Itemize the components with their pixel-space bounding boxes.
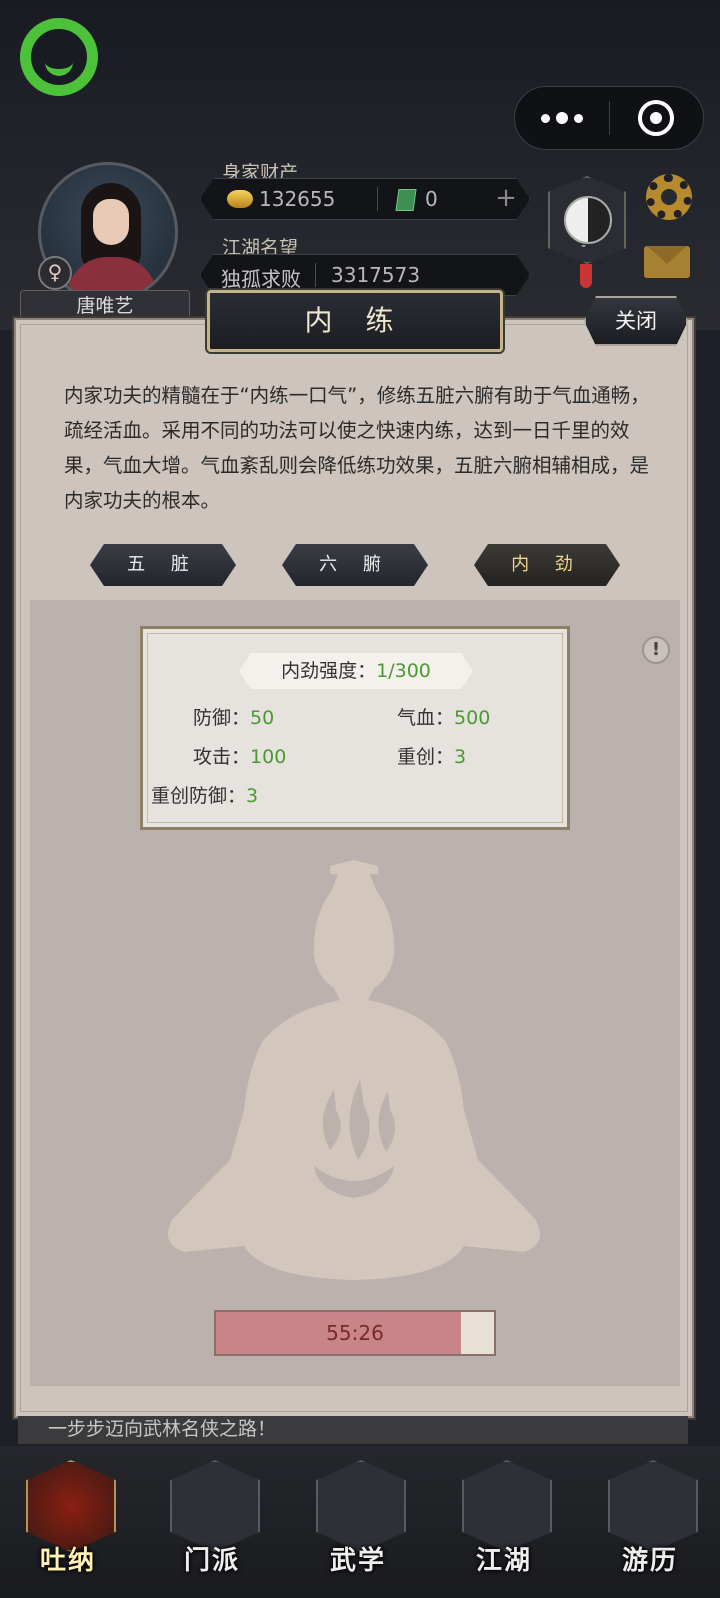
attack-label: 攻击： [193, 746, 251, 768]
crit-defense-value: 3 [246, 785, 259, 807]
gold-amount: 132655 [259, 187, 336, 211]
info-icon[interactable]: ! [642, 636, 670, 664]
strength-ribbon: 内劲强度：1/300 [239, 653, 473, 689]
nav-jianghu[interactable]: 江湖 [444, 1454, 564, 1594]
stat-hp: 气血：500 [397, 703, 490, 730]
white-horse-icon [608, 1460, 698, 1552]
nav-travel[interactable]: 游历 [590, 1454, 710, 1594]
tab-six-viscera[interactable]: 六 腑 [282, 544, 428, 586]
inner-strength-panel: ! 内劲强度：1/300 防御：50 气血：500 攻击：100 重创：3 重创… [30, 600, 680, 1386]
nav-breathing[interactable]: 吐纳 [8, 1454, 128, 1594]
close-button[interactable]: 关闭 [584, 296, 688, 346]
hp-label: 气血： [397, 707, 455, 729]
nav-label: 门派 [183, 1546, 240, 1576]
nav-label: 吐纳 [39, 1546, 96, 1576]
timer-countdown: 55:26 [326, 1321, 384, 1345]
more-dot-icon [573, 113, 583, 123]
slogan-banner: 一步步迈向武林名侠之路！ [18, 1416, 688, 1444]
defense-label: 防御： [193, 707, 251, 729]
more-dot-icon [555, 112, 568, 124]
scroll-books-icon [316, 1460, 406, 1552]
nav-sect[interactable]: 门派 [152, 1454, 272, 1594]
mail-icon[interactable] [644, 246, 690, 278]
nav-label: 江湖 [475, 1546, 532, 1576]
top-hud: ♀ 唐唯艺 身家财产 132655 0 + 江湖名望 独孤求败 3317573 … [0, 0, 720, 330]
female-icon: ♀ [38, 256, 72, 290]
strength-value: 1/300 [376, 660, 431, 682]
tab-five-organs[interactable]: 五 脏 [90, 544, 236, 586]
crit-defense-label: 重创防御： [151, 785, 247, 807]
tassel-decoration [580, 264, 592, 288]
gold-ingot-icon [227, 190, 253, 208]
attack-value: 100 [250, 746, 287, 768]
nav-label: 武学 [329, 1546, 386, 1576]
gourd-icon [26, 1460, 116, 1552]
stats-card: 内劲强度：1/300 防御：50 气血：500 攻击：100 重创：3 重创防御… [140, 626, 570, 830]
yin-yang-icon [564, 196, 612, 244]
crit-label: 重创： [397, 746, 455, 768]
meditating-figure-icon [168, 860, 540, 1280]
fame-value: 3317573 [331, 263, 421, 287]
stat-crit: 重创：3 [397, 742, 466, 769]
more-menu-button[interactable] [515, 87, 609, 149]
wealth-divider [377, 187, 378, 211]
tab-inner-strength[interactable]: 内 劲 [474, 544, 620, 586]
stat-attack: 攻击：100 [193, 742, 286, 769]
strength-label: 内劲强度： [281, 660, 377, 682]
taiji-badge[interactable]: - [548, 176, 626, 264]
more-dot-icon [540, 113, 550, 123]
wealth-bar: 132655 0 + [200, 178, 530, 220]
hp-value: 500 [454, 707, 491, 729]
crit-value: 3 [454, 746, 467, 768]
bamboo-hat-icon [462, 1460, 552, 1552]
taiji-level: - [581, 238, 587, 254]
jade-amount: 0 [425, 187, 438, 211]
mini-program-capsule [514, 86, 704, 150]
fame-divider [315, 263, 316, 287]
chat-bubble-logo-icon[interactable] [20, 18, 98, 96]
training-timer-bar: 55:26 [214, 1310, 496, 1356]
nav-martial-arts[interactable]: 武学 [298, 1454, 418, 1594]
add-currency-button[interactable]: + [491, 183, 521, 213]
fame-title: 独孤求败 [221, 267, 301, 291]
stat-crit-defense: 重创防御：3 [151, 781, 258, 808]
target-circle-icon [638, 100, 675, 136]
settings-gear-icon[interactable] [646, 174, 692, 220]
jade-ticket-icon [395, 189, 416, 211]
avatar-face [93, 199, 129, 245]
defense-value: 50 [250, 707, 275, 729]
dialog-title: 内 练 [207, 290, 503, 352]
nav-label: 游历 [621, 1546, 678, 1576]
banner-flags-icon [170, 1460, 260, 1552]
stat-defense: 防御：50 [193, 703, 274, 730]
inner-training-dialog: 内家功夫的精髓在于“内练一口气”，修练五脏六腑有助于气血通畅，疏经活血。采用不同… [14, 318, 694, 1418]
exit-mini-program-button[interactable] [610, 87, 704, 149]
bottom-nav: 吐纳 门派 武学 江湖 游历 [0, 1446, 720, 1598]
intro-text: 内家功夫的精髓在于“内练一口气”，修练五脏六腑有助于气血通畅，疏经活血。采用不同… [64, 384, 650, 512]
